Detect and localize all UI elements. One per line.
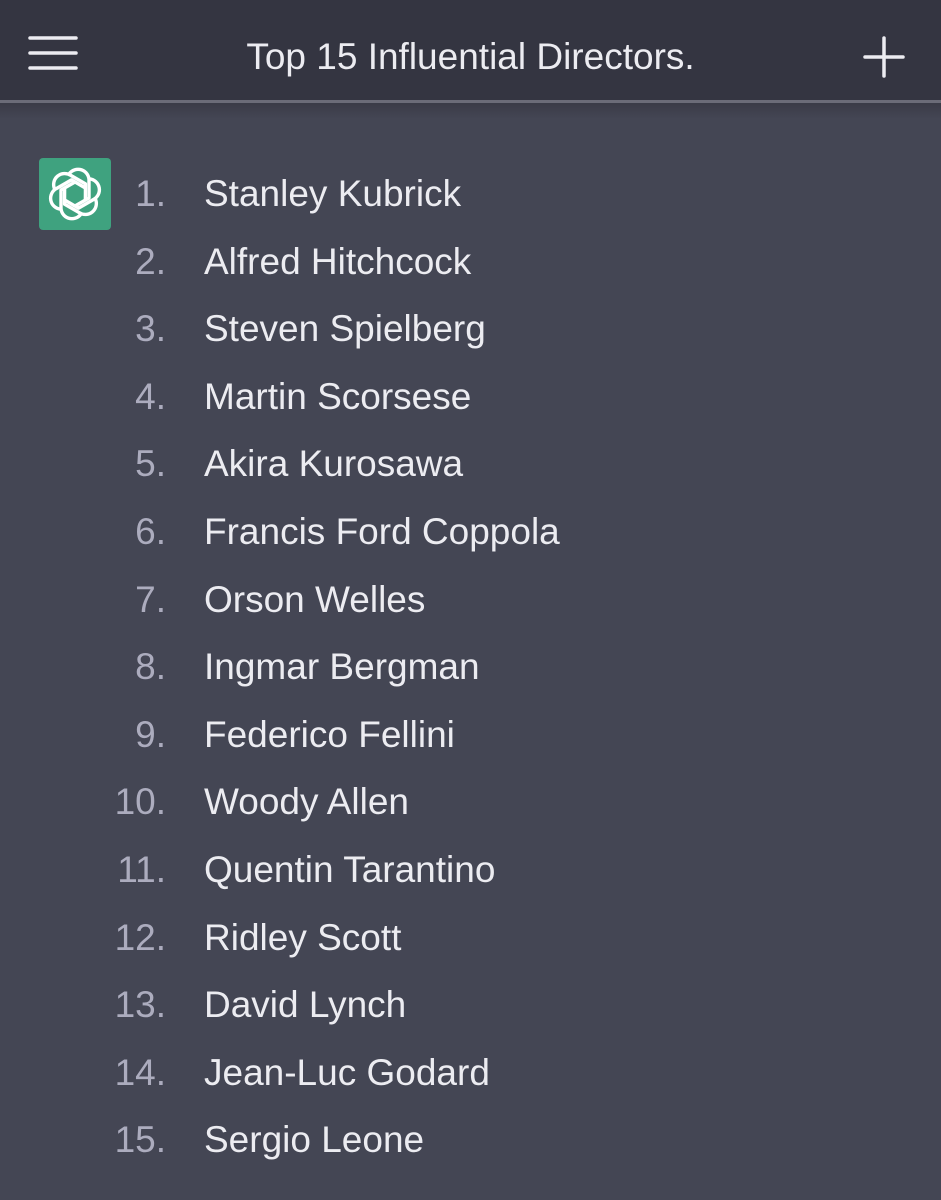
list-item-name: Federico Fellini xyxy=(204,713,455,755)
list-item-name: Sergio Leone xyxy=(204,1119,425,1161)
list-item-name: Francis Ford Coppola xyxy=(204,510,560,552)
list-item: 3. Steven Spielberg xyxy=(0,295,941,363)
list-item: 12. Ridley Scott xyxy=(0,904,941,972)
list-item-number: 9. xyxy=(135,713,166,755)
list-item-number: 5. xyxy=(135,443,166,485)
header-shadow xyxy=(0,103,941,119)
list-item: 8. Ingmar Bergman xyxy=(0,633,941,701)
list-item-name: Ridley Scott xyxy=(204,916,402,958)
list-item: 9. Federico Fellini xyxy=(0,701,941,769)
list-item-number: 6. xyxy=(135,510,166,552)
list-item-number: 4. xyxy=(135,375,166,417)
list-item: 1. Stanley Kubrick xyxy=(0,160,941,228)
list-item-name: Orson Welles xyxy=(204,578,426,620)
list-item-name: Alfred Hitchcock xyxy=(204,240,472,282)
list-item-name: David Lynch xyxy=(204,984,407,1026)
hamburger-menu-icon xyxy=(28,36,78,70)
list-item-name: Ingmar Bergman xyxy=(204,646,480,688)
list-item: 6. Francis Ford Coppola xyxy=(0,498,941,566)
list-item-number: 7. xyxy=(135,578,166,620)
list-item-name: Jean-Luc Godard xyxy=(204,1051,490,1093)
list-item-number: 1. xyxy=(135,173,166,214)
list-item-number: 3. xyxy=(135,308,166,350)
list-item-number: 2. xyxy=(135,240,166,282)
list-item-number: 8. xyxy=(135,646,166,688)
list-item: 13. David Lynch xyxy=(0,971,941,1039)
list-item-name: Quentin Tarantino xyxy=(204,848,496,890)
list-item-name: Martin Scorsese xyxy=(204,375,472,417)
list-item-number: 13. xyxy=(114,984,166,1026)
top-bar: Top 15 Influential Directors. xyxy=(0,0,941,100)
list-item: 15. Sergio Leone xyxy=(0,1106,941,1174)
list-item-number: 12. xyxy=(114,916,166,958)
list-item: 5. Akira Kurosawa xyxy=(0,430,941,498)
list-item-name: Steven Spielberg xyxy=(204,308,486,350)
list-item: 7. Orson Welles xyxy=(0,566,941,634)
list-item-number: 11. xyxy=(117,848,166,890)
list-item: 14. Jean-Luc Godard xyxy=(0,1039,941,1107)
list-item-number: 14. xyxy=(114,1051,166,1093)
directors-list: 1. Stanley Kubrick 2. Alfred Hitchcock 3… xyxy=(0,160,941,1174)
list-item: 2. Alfred Hitchcock xyxy=(0,228,941,296)
list-item-number: 10. xyxy=(114,781,166,823)
list-item-name: Woody Allen xyxy=(204,781,409,823)
new-chat-button[interactable] xyxy=(856,30,912,86)
list-item: 4. Martin Scorsese xyxy=(0,363,941,431)
plus-icon xyxy=(863,36,905,78)
list-item: 11. Quentin Tarantino xyxy=(0,836,941,904)
list-item-name: Akira Kurosawa xyxy=(204,443,464,485)
page-title: Top 15 Influential Directors. xyxy=(246,36,695,77)
list-item: 10. Woody Allen xyxy=(0,768,941,836)
menu-button[interactable] xyxy=(22,26,84,82)
list-item-name: Stanley Kubrick xyxy=(204,173,462,214)
list-item-number: 15. xyxy=(114,1119,166,1161)
